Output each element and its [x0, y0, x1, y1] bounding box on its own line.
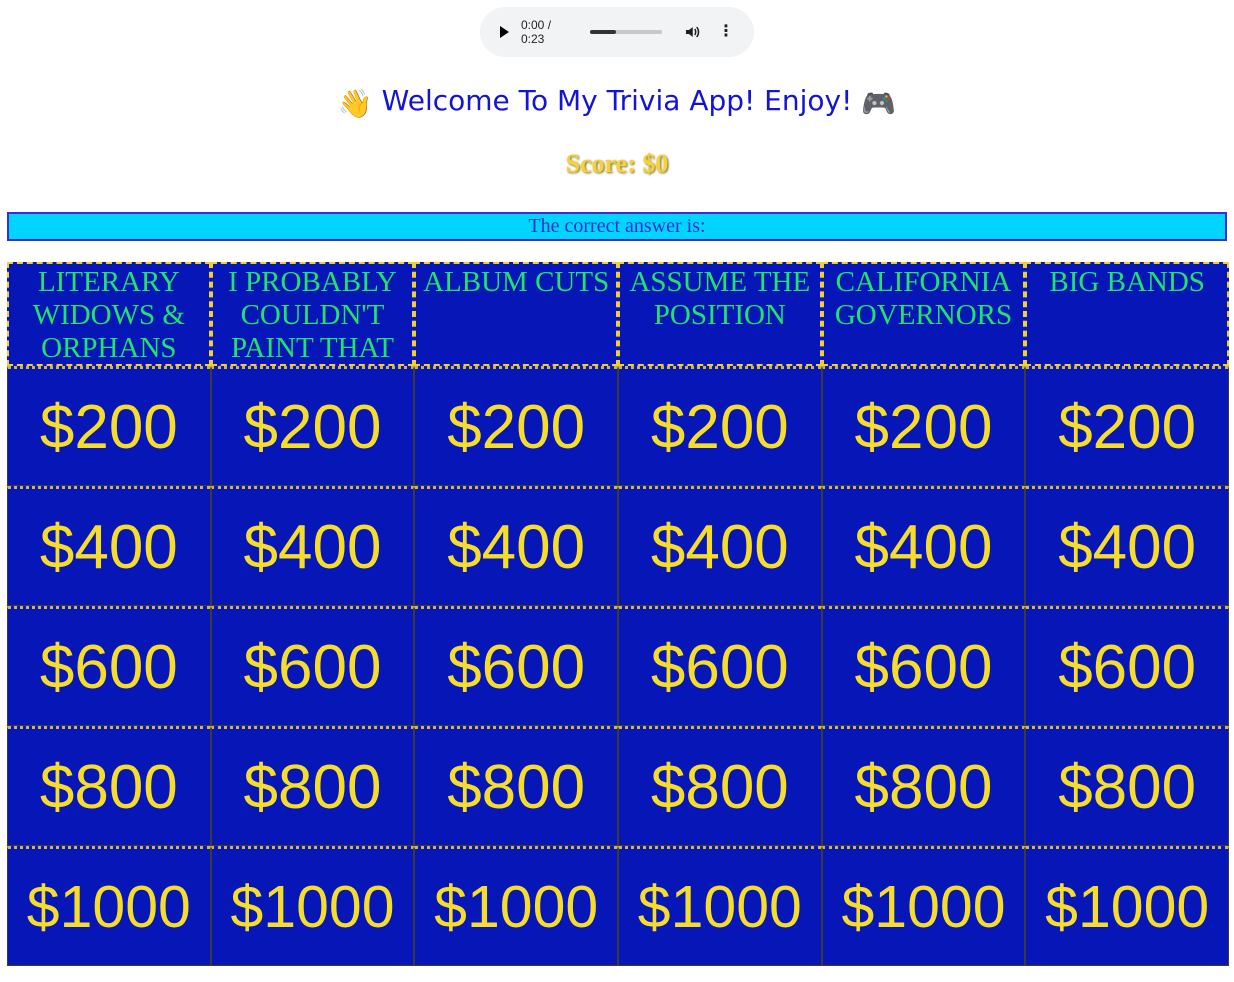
more-options-icon[interactable]: ⋮ [718, 24, 734, 40]
question-cell[interactable]: $800 [7, 726, 211, 846]
category-header: ALBUM CUTS [414, 262, 618, 366]
game-controller-icon: 🎮 [861, 87, 897, 120]
audio-progress-slider[interactable] [590, 30, 663, 34]
question-cell[interactable]: $800 [618, 726, 822, 846]
question-cell[interactable]: $200 [210, 366, 415, 486]
question-cell[interactable]: $1000 [210, 846, 415, 966]
question-cell[interactable]: $600 [7, 606, 211, 726]
answer-bar: The correct answer is: [7, 212, 1227, 241]
audio-progress-fill [590, 30, 616, 34]
question-cell[interactable]: $1000 [618, 846, 822, 966]
question-cell[interactable]: $400 [821, 486, 1026, 606]
question-cell[interactable]: $600 [618, 606, 822, 726]
question-cell[interactable]: $200 [7, 366, 211, 486]
welcome-text: Welcome To My Trivia App! Enjoy! [381, 84, 853, 117]
question-cell[interactable]: $600 [210, 606, 415, 726]
audio-player: 0:00 / 0:23 ⋮ [480, 7, 754, 57]
category-header: I PROBABLY COULDN'T PAINT THAT [210, 262, 415, 366]
question-cell[interactable]: $400 [7, 486, 211, 606]
question-cell[interactable]: $400 [618, 486, 822, 606]
question-cell[interactable]: $400 [414, 486, 618, 606]
question-cell[interactable]: $600 [414, 606, 618, 726]
question-cell[interactable]: $1000 [1025, 846, 1229, 966]
question-cell[interactable]: $600 [821, 606, 1026, 726]
question-cell[interactable]: $200 [618, 366, 822, 486]
question-cell[interactable]: $400 [210, 486, 415, 606]
trivia-board: LITERARY WIDOWS & ORPHANS I PROBABLY COUL… [7, 262, 1229, 982]
question-cell[interactable]: $800 [1025, 726, 1229, 846]
play-icon[interactable] [500, 26, 509, 38]
question-cell[interactable]: $1000 [821, 846, 1026, 966]
question-cell[interactable]: $1000 [7, 846, 211, 966]
question-cell[interactable]: $800 [821, 726, 1026, 846]
volume-icon[interactable] [684, 24, 700, 40]
welcome-heading: 👋 Welcome To My Trivia App! Enjoy! 🎮 [0, 84, 1234, 120]
question-cell[interactable]: $200 [821, 366, 1026, 486]
question-cell[interactable]: $200 [414, 366, 618, 486]
waving-hand-icon: 👋 [337, 87, 373, 120]
question-cell[interactable]: $800 [414, 726, 618, 846]
score-display: Score: $0 [565, 149, 669, 178]
question-cell[interactable]: $600 [1025, 606, 1229, 726]
category-header: BIG BANDS [1025, 262, 1229, 366]
question-cell[interactable]: $1000 [414, 846, 618, 966]
category-header: CALIFORNIA GOVERNORS [821, 262, 1026, 366]
question-cell[interactable]: $400 [1025, 486, 1229, 606]
category-header: LITERARY WIDOWS & ORPHANS [7, 262, 211, 366]
question-cell[interactable]: $200 [1025, 366, 1229, 486]
question-cell[interactable]: $800 [210, 726, 415, 846]
audio-time: 0:00 / 0:23 [521, 18, 552, 46]
category-header: ASSUME THE POSITION [618, 262, 822, 366]
